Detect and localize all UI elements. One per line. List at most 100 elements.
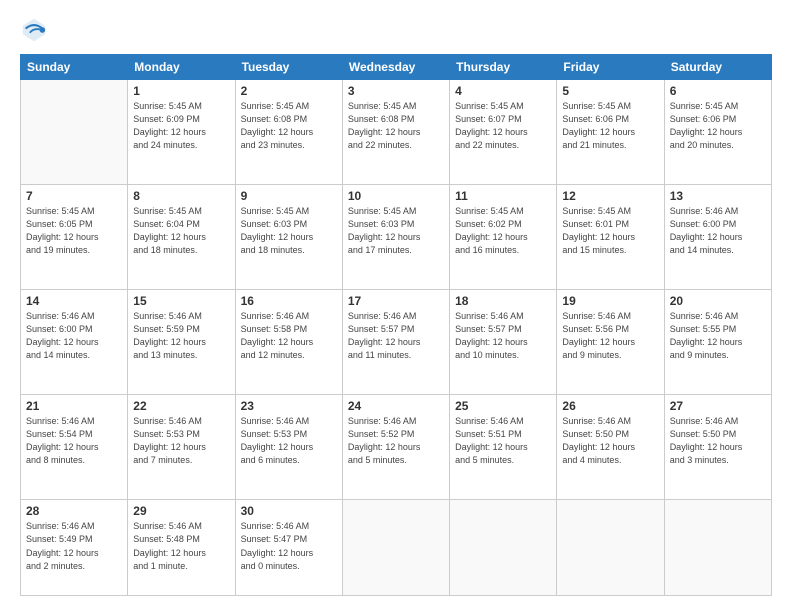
- calendar-cell: 3 Sunrise: 5:45 AM Sunset: 6:08 PM Daylig…: [342, 80, 449, 185]
- day-number: 23: [241, 399, 337, 413]
- day-info: Sunrise: 5:46 AM Sunset: 5:47 PM Dayligh…: [241, 520, 337, 572]
- day-info: Sunrise: 5:46 AM Sunset: 5:50 PM Dayligh…: [670, 415, 766, 467]
- calendar-cell: 11 Sunrise: 5:45 AM Sunset: 6:02 PM Dayli…: [450, 185, 557, 290]
- day-number: 9: [241, 189, 337, 203]
- weekday-header-row: SundayMondayTuesdayWednesdayThursdayFrid…: [21, 55, 772, 80]
- weekday-header-thursday: Thursday: [450, 55, 557, 80]
- day-info: Sunrise: 5:45 AM Sunset: 6:04 PM Dayligh…: [133, 205, 229, 257]
- day-info: Sunrise: 5:45 AM Sunset: 6:02 PM Dayligh…: [455, 205, 551, 257]
- day-number: 22: [133, 399, 229, 413]
- header: [20, 16, 772, 44]
- day-info: Sunrise: 5:46 AM Sunset: 5:56 PM Dayligh…: [562, 310, 658, 362]
- calendar-cell: 15Sunrise: 5:46 AM Sunset: 5:59 PM Dayli…: [128, 290, 235, 395]
- day-info: Sunrise: 5:46 AM Sunset: 6:00 PM Dayligh…: [670, 205, 766, 257]
- calendar-cell: 20 Sunrise: 5:46 AM Sunset: 5:55 PM Dayli…: [664, 290, 771, 395]
- day-number: 13: [670, 189, 766, 203]
- day-info: Sunrise: 5:46 AM Sunset: 5:53 PM Dayligh…: [133, 415, 229, 467]
- day-number: 10: [348, 189, 444, 203]
- day-info: Sunrise: 5:45 AM Sunset: 6:09 PM Dayligh…: [133, 100, 229, 152]
- day-info: Sunrise: 5:46 AM Sunset: 5:50 PM Dayligh…: [562, 415, 658, 467]
- calendar-cell: 4Sunrise: 5:45 AM Sunset: 6:07 PM Daylig…: [450, 80, 557, 185]
- calendar-cell: 25 Sunrise: 5:46 AM Sunset: 5:51 PM Dayli…: [450, 395, 557, 500]
- weekday-header-tuesday: Tuesday: [235, 55, 342, 80]
- day-number: 24: [348, 399, 444, 413]
- day-number: 2: [241, 84, 337, 98]
- day-info: Sunrise: 5:45 AM Sunset: 6:06 PM Dayligh…: [670, 100, 766, 152]
- calendar-cell: 13 Sunrise: 5:46 AM Sunset: 6:00 PM Dayli…: [664, 185, 771, 290]
- day-info: Sunrise: 5:46 AM Sunset: 5:58 PM Dayligh…: [241, 310, 337, 362]
- day-info: Sunrise: 5:45 AM Sunset: 6:08 PM Dayligh…: [348, 100, 444, 152]
- calendar-header: SundayMondayTuesdayWednesdayThursdayFrid…: [21, 55, 772, 80]
- day-info: Sunrise: 5:46 AM Sunset: 5:49 PM Dayligh…: [26, 520, 122, 572]
- day-number: 19: [562, 294, 658, 308]
- day-number: 18: [455, 294, 551, 308]
- day-info: Sunrise: 5:46 AM Sunset: 5:48 PM Dayligh…: [133, 520, 229, 572]
- day-info: Sunrise: 5:45 AM Sunset: 6:06 PM Dayligh…: [562, 100, 658, 152]
- weekday-header-monday: Monday: [128, 55, 235, 80]
- calendar-cell: 6 Sunrise: 5:45 AM Sunset: 6:06 PM Daylig…: [664, 80, 771, 185]
- day-info: Sunrise: 5:45 AM Sunset: 6:03 PM Dayligh…: [348, 205, 444, 257]
- calendar-week-2: 14 Sunrise: 5:46 AM Sunset: 6:00 PM Dayli…: [21, 290, 772, 395]
- calendar-cell: 10 Sunrise: 5:45 AM Sunset: 6:03 PM Dayli…: [342, 185, 449, 290]
- day-number: 20: [670, 294, 766, 308]
- day-number: 3: [348, 84, 444, 98]
- calendar-cell: 18 Sunrise: 5:46 AM Sunset: 5:57 PM Dayli…: [450, 290, 557, 395]
- calendar-cell: [450, 500, 557, 596]
- weekday-header-wednesday: Wednesday: [342, 55, 449, 80]
- day-number: 8: [133, 189, 229, 203]
- calendar-cell: 7 Sunrise: 5:45 AM Sunset: 6:05 PM Daylig…: [21, 185, 128, 290]
- day-number: 15: [133, 294, 229, 308]
- calendar-cell: 26 Sunrise: 5:46 AM Sunset: 5:50 PM Dayli…: [557, 395, 664, 500]
- day-number: 26: [562, 399, 658, 413]
- calendar-cell: 5Sunrise: 5:45 AM Sunset: 6:06 PM Daylig…: [557, 80, 664, 185]
- day-number: 25: [455, 399, 551, 413]
- calendar-week-1: 7 Sunrise: 5:45 AM Sunset: 6:05 PM Daylig…: [21, 185, 772, 290]
- day-number: 11: [455, 189, 551, 203]
- day-info: Sunrise: 5:46 AM Sunset: 5:51 PM Dayligh…: [455, 415, 551, 467]
- day-number: 27: [670, 399, 766, 413]
- day-info: Sunrise: 5:45 AM Sunset: 6:05 PM Dayligh…: [26, 205, 122, 257]
- weekday-header-friday: Friday: [557, 55, 664, 80]
- day-number: 16: [241, 294, 337, 308]
- day-info: Sunrise: 5:46 AM Sunset: 5:57 PM Dayligh…: [455, 310, 551, 362]
- day-info: Sunrise: 5:46 AM Sunset: 5:52 PM Dayligh…: [348, 415, 444, 467]
- calendar-cell: 23 Sunrise: 5:46 AM Sunset: 5:53 PM Dayli…: [235, 395, 342, 500]
- day-number: 12: [562, 189, 658, 203]
- day-info: Sunrise: 5:46 AM Sunset: 5:54 PM Dayligh…: [26, 415, 122, 467]
- day-info: Sunrise: 5:46 AM Sunset: 5:55 PM Dayligh…: [670, 310, 766, 362]
- calendar-cell: 21 Sunrise: 5:46 AM Sunset: 5:54 PM Dayli…: [21, 395, 128, 500]
- day-info: Sunrise: 5:45 AM Sunset: 6:03 PM Dayligh…: [241, 205, 337, 257]
- day-number: 4: [455, 84, 551, 98]
- calendar-table: SundayMondayTuesdayWednesdayThursdayFrid…: [20, 54, 772, 596]
- day-number: 14: [26, 294, 122, 308]
- calendar-body: 1Sunrise: 5:45 AM Sunset: 6:09 PM Daylig…: [21, 80, 772, 596]
- calendar-cell: 22 Sunrise: 5:46 AM Sunset: 5:53 PM Dayli…: [128, 395, 235, 500]
- day-number: 6: [670, 84, 766, 98]
- calendar-cell: 28 Sunrise: 5:46 AM Sunset: 5:49 PM Dayli…: [21, 500, 128, 596]
- logo-icon: [20, 16, 48, 44]
- calendar-cell: 2Sunrise: 5:45 AM Sunset: 6:08 PM Daylig…: [235, 80, 342, 185]
- calendar-cell: 9 Sunrise: 5:45 AM Sunset: 6:03 PM Daylig…: [235, 185, 342, 290]
- day-number: 30: [241, 504, 337, 518]
- day-info: Sunrise: 5:45 AM Sunset: 6:01 PM Dayligh…: [562, 205, 658, 257]
- day-number: 7: [26, 189, 122, 203]
- calendar-cell: 8 Sunrise: 5:45 AM Sunset: 6:04 PM Daylig…: [128, 185, 235, 290]
- calendar-cell: 29Sunrise: 5:46 AM Sunset: 5:48 PM Dayli…: [128, 500, 235, 596]
- calendar-cell: 17 Sunrise: 5:46 AM Sunset: 5:57 PM Dayli…: [342, 290, 449, 395]
- day-info: Sunrise: 5:46 AM Sunset: 5:53 PM Dayligh…: [241, 415, 337, 467]
- day-info: Sunrise: 5:46 AM Sunset: 5:57 PM Dayligh…: [348, 310, 444, 362]
- weekday-header-sunday: Sunday: [21, 55, 128, 80]
- day-number: 28: [26, 504, 122, 518]
- calendar-cell: [21, 80, 128, 185]
- page: SundayMondayTuesdayWednesdayThursdayFrid…: [0, 0, 792, 612]
- calendar-cell: [557, 500, 664, 596]
- calendar-cell: 19 Sunrise: 5:46 AM Sunset: 5:56 PM Dayli…: [557, 290, 664, 395]
- calendar-cell: 14 Sunrise: 5:46 AM Sunset: 6:00 PM Dayli…: [21, 290, 128, 395]
- logo: [20, 16, 52, 44]
- day-number: 17: [348, 294, 444, 308]
- calendar-cell: [664, 500, 771, 596]
- day-info: Sunrise: 5:46 AM Sunset: 6:00 PM Dayligh…: [26, 310, 122, 362]
- day-number: 21: [26, 399, 122, 413]
- calendar-cell: 30 Sunrise: 5:46 AM Sunset: 5:47 PM Dayli…: [235, 500, 342, 596]
- calendar-cell: 24 Sunrise: 5:46 AM Sunset: 5:52 PM Dayli…: [342, 395, 449, 500]
